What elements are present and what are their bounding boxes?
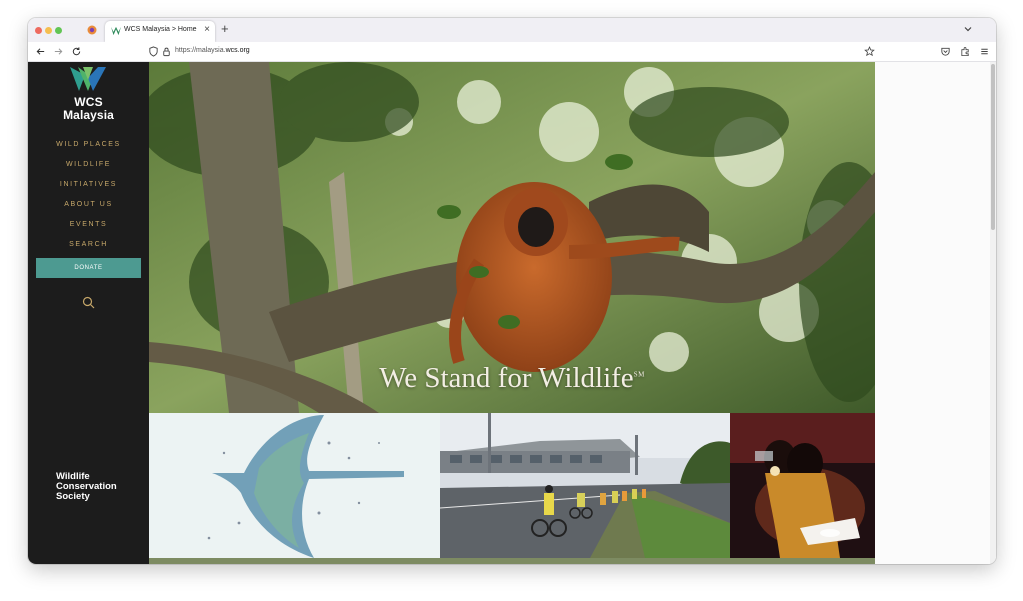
cycling-image xyxy=(440,413,730,558)
firefox-view-icon[interactable] xyxy=(86,24,98,36)
reload-icon[interactable] xyxy=(71,46,82,57)
minimize-window-button[interactable] xyxy=(45,27,52,34)
url-text: https://malaysia.wcs.org xyxy=(175,47,250,54)
hero-tagline-text: We Stand for Wildlife xyxy=(379,362,634,394)
chevron-down-icon[interactable] xyxy=(962,23,974,35)
logo-subtitle: Malaysia xyxy=(63,108,114,122)
page-content: WCS Malaysia WILD PLACES WILDLIFE INITIA… xyxy=(28,62,996,564)
scrollbar-thumb[interactable] xyxy=(991,64,995,230)
donate-button[interactable]: DONATE xyxy=(36,258,141,278)
navigation-toolbar: https://malaysia.wcs.org xyxy=(28,42,996,62)
menu-icon[interactable] xyxy=(979,46,990,57)
page-margin xyxy=(875,62,996,564)
browser-window: WCS Malaysia > Home × + https://malaysia… xyxy=(28,18,996,564)
nav-wildlife[interactable]: WILDLIFE xyxy=(28,161,149,168)
extensions-icon[interactable] xyxy=(960,46,971,57)
nav-search[interactable]: SEARCH xyxy=(28,241,149,248)
hero-orangutan-image xyxy=(149,62,875,413)
wcs-footer-logo[interactable]: Wildlife Conservation Society xyxy=(56,472,117,502)
close-window-button[interactable] xyxy=(35,27,42,34)
nav-initiatives[interactable]: INITIATIVES xyxy=(28,181,149,188)
service-mark: SM xyxy=(633,370,645,379)
stingray-watercolor-tile[interactable] xyxy=(149,413,440,558)
url-domain: wcs.org xyxy=(225,47,250,54)
tab-title: WCS Malaysia > Home xyxy=(124,26,197,33)
community-education-tile[interactable] xyxy=(730,413,875,558)
back-icon[interactable] xyxy=(35,46,46,57)
site-sidebar: WCS Malaysia WILD PLACES WILDLIFE INITIA… xyxy=(28,62,149,564)
active-tab[interactable]: WCS Malaysia > Home × xyxy=(105,21,215,42)
nav-about-us[interactable]: ABOUT US xyxy=(28,201,149,208)
url-prefix: https://malaysia. xyxy=(175,47,226,54)
shield-icon[interactable] xyxy=(148,46,159,57)
page-scrollbar[interactable] xyxy=(990,62,996,564)
next-row-preview xyxy=(149,558,875,564)
search-icon[interactable] xyxy=(82,296,95,309)
footer-line-3: Society xyxy=(56,491,90,502)
wcs-favicon-icon xyxy=(111,26,121,36)
reading-children-image xyxy=(730,413,875,558)
nav-wild-places[interactable]: WILD PLACES xyxy=(28,141,149,148)
maximize-window-button[interactable] xyxy=(55,27,62,34)
stingray-image xyxy=(149,413,440,558)
wcs-logo-icon[interactable] xyxy=(69,66,107,92)
nav-events[interactable]: EVENTS xyxy=(28,221,149,228)
new-tab-button[interactable]: + xyxy=(221,21,229,37)
forward-icon[interactable] xyxy=(53,46,64,57)
tab-strip: WCS Malaysia > Home × + xyxy=(28,18,996,42)
bookmark-star-icon[interactable] xyxy=(864,46,875,57)
cycling-event-tile[interactable] xyxy=(440,413,730,558)
lock-icon[interactable] xyxy=(161,46,172,57)
hero-banner: We Stand for WildlifeSM xyxy=(149,62,875,413)
hero-tagline: We Stand for WildlifeSM xyxy=(149,362,875,395)
tab-close-icon[interactable]: × xyxy=(204,24,210,36)
logo-title: WCS xyxy=(74,95,103,109)
pocket-icon[interactable] xyxy=(940,46,951,57)
address-bar[interactable]: https://malaysia.wcs.org xyxy=(142,45,884,59)
